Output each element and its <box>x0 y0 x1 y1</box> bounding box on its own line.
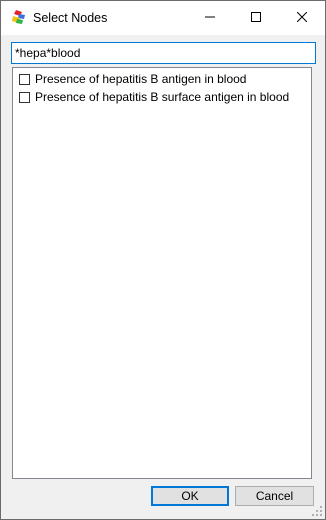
window-title: Select Nodes <box>33 11 108 25</box>
app-icon <box>11 9 27 25</box>
close-button[interactable] <box>279 1 325 35</box>
close-icon <box>296 11 308 25</box>
list-item[interactable]: Presence of hepatitis B antigen in blood <box>19 71 246 87</box>
list-item-checkbox[interactable] <box>19 73 30 85</box>
node-list[interactable]: Presence of hepatitis B antigen in blood… <box>12 67 312 479</box>
list-item-label: Presence of hepatitis B surface antigen … <box>35 90 290 104</box>
search-input[interactable] <box>11 42 316 64</box>
title-bar[interactable]: Select Nodes <box>1 1 325 35</box>
ok-button[interactable]: OK <box>151 486 229 506</box>
minimize-icon <box>205 11 215 25</box>
list-item-checkbox[interactable] <box>19 91 30 103</box>
minimize-button[interactable] <box>187 1 233 35</box>
maximize-button[interactable] <box>233 1 279 35</box>
resize-grip-icon[interactable] <box>311 505 323 517</box>
maximize-icon <box>251 11 261 25</box>
cancel-button[interactable]: Cancel <box>235 486 314 506</box>
list-item[interactable]: Presence of hepatitis B surface antigen … <box>19 89 289 105</box>
list-item-label: Presence of hepatitis B antigen in blood <box>35 72 247 86</box>
select-nodes-dialog: Select Nodes Presence of hepatitis B ant… <box>0 0 326 520</box>
